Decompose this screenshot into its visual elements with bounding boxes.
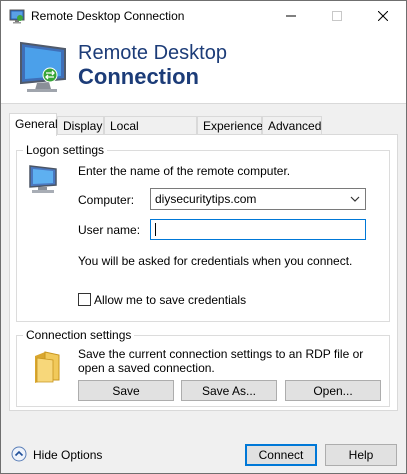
window-title: Remote Desktop Connection — [31, 9, 185, 23]
maximize-button — [314, 1, 360, 31]
tab-display[interactable]: Display — [57, 116, 104, 135]
hide-options-label[interactable]: Hide Options — [33, 448, 102, 462]
username-input[interactable] — [150, 219, 366, 240]
chevron-up-circle-icon[interactable] — [11, 446, 27, 462]
open-button[interactable]: Open... — [285, 380, 381, 401]
save-button[interactable]: Save — [78, 380, 174, 401]
maximize-icon — [332, 11, 342, 21]
close-icon — [378, 11, 388, 21]
connection-settings-label: Connection settings — [23, 328, 135, 342]
logon-settings-group: Logon settings Enter the name of the rem… — [16, 143, 390, 322]
connect-button[interactable]: Connect — [245, 444, 317, 466]
minimize-button[interactable] — [268, 1, 314, 31]
computer-value: diysecuritytips.com — [155, 192, 257, 206]
save-credentials-label[interactable]: Allow me to save credentials — [94, 293, 246, 307]
logon-settings-label: Logon settings — [23, 143, 108, 157]
folder-icon — [35, 351, 60, 383]
username-label: User name: — [78, 223, 141, 237]
rdp-app-icon — [9, 9, 25, 24]
connection-settings-group: Connection settings Save the current con… — [16, 328, 390, 407]
rdp-window: Remote Desktop Connection Remote Desktop… — [0, 0, 407, 474]
close-button[interactable] — [360, 1, 406, 31]
instruction-text: Enter the name of the remote computer. — [78, 164, 291, 178]
banner: Remote Desktop Connection — [1, 31, 406, 104]
tab-general[interactable]: General — [9, 113, 58, 136]
credentials-note: You will be asked for credentials when y… — [78, 254, 353, 268]
minimize-icon — [286, 15, 296, 17]
rdp-monitor-icon — [20, 41, 66, 92]
help-button[interactable]: Help — [325, 444, 397, 466]
save-credentials-checkbox[interactable] — [78, 293, 91, 306]
tab-experience[interactable]: Experience — [197, 116, 263, 135]
connection-description: Save the current connection settings to … — [78, 347, 364, 375]
general-tab-panel: Logon settings Enter the name of the rem… — [9, 134, 398, 411]
title-bar[interactable]: Remote Desktop Connection — [1, 1, 406, 31]
text-caret — [155, 223, 156, 236]
chevron-down-icon[interactable] — [349, 193, 361, 205]
banner-title-line1: Remote Desktop — [78, 42, 227, 64]
computer-combo[interactable]: diysecuritytips.com — [150, 188, 366, 210]
save-as-button[interactable]: Save As... — [181, 380, 277, 401]
tab-local-resources[interactable]: Local Resources — [104, 116, 197, 147]
computer-label: Computer: — [78, 193, 135, 207]
computer-icon — [29, 165, 57, 193]
tab-advanced[interactable]: Advanced — [262, 116, 322, 135]
banner-title-line2: Connection — [78, 64, 199, 89]
